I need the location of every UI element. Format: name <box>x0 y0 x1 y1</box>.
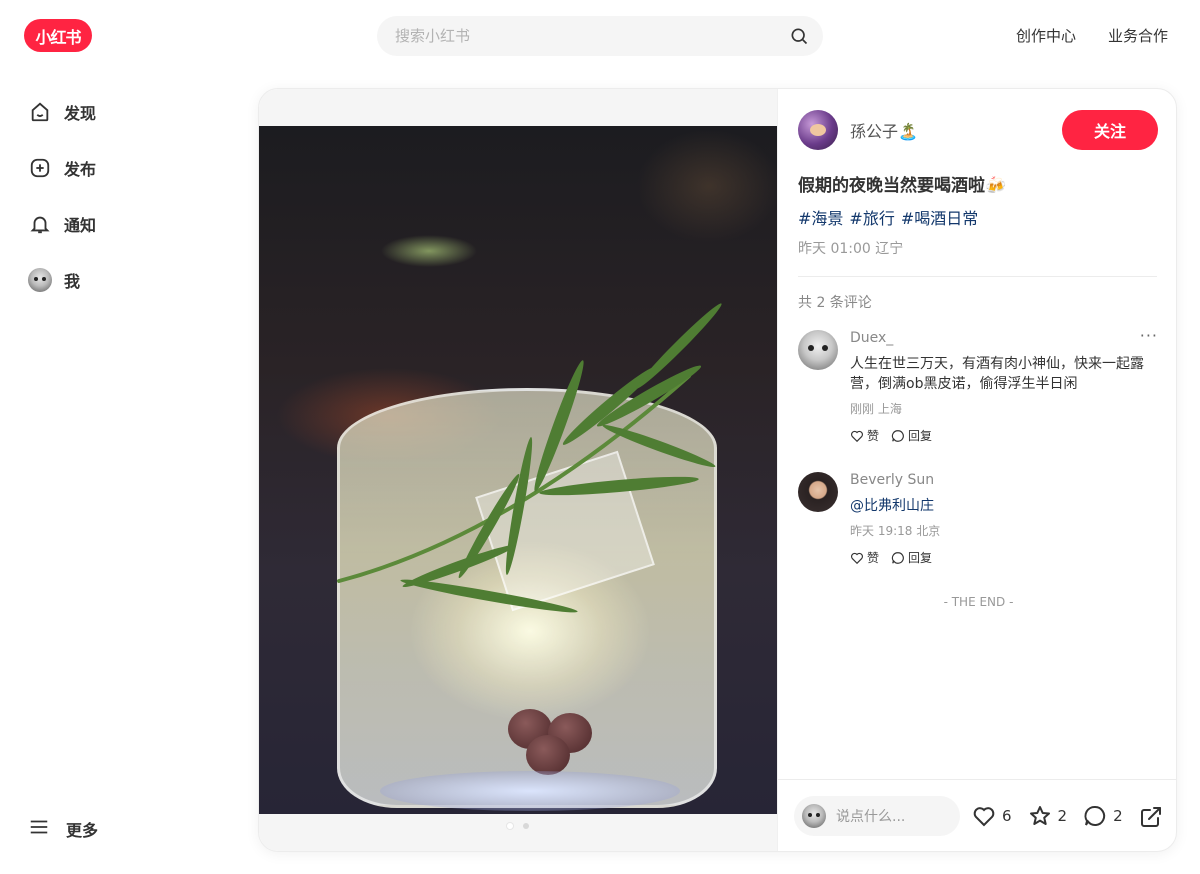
comment-bubble-icon <box>1084 805 1106 826</box>
engagement-bar: 说点什么... 6 2 2 <box>778 779 1176 851</box>
search-bar[interactable] <box>377 16 823 56</box>
author-avatar[interactable] <box>798 110 838 150</box>
comment-text[interactable]: @比弗利山庄 <box>850 496 1158 516</box>
sidebar-item-more[interactable]: 更多 <box>28 816 98 842</box>
like-label: 赞 <box>867 551 880 565</box>
sidebar-item-label: 通知 <box>64 216 97 235</box>
note-title: 假期的夜晚当然要喝酒啦🍻 <box>798 176 1007 196</box>
note-detail: 孫公子🏝️ 关注 假期的夜晚当然要喝酒啦🍻 #海景 #旅行 #喝酒日常 昨天 0… <box>258 88 1177 852</box>
reply-button[interactable]: 回复 <box>891 427 932 444</box>
like-label: 赞 <box>867 429 880 443</box>
search-input[interactable] <box>393 26 789 46</box>
reply-label: 回复 <box>908 429 933 443</box>
commenter-avatar[interactable] <box>798 330 838 370</box>
bell-icon <box>28 212 52 236</box>
collect-button[interactable]: 2 <box>1028 804 1068 828</box>
commenter-name[interactable]: Beverly Sun <box>850 472 1158 492</box>
end-marker: - THE END - <box>943 595 1014 609</box>
sidebar-item-me[interactable]: 我 <box>16 252 226 308</box>
comment-total: 2 <box>1113 807 1123 825</box>
menu-icon <box>28 816 50 842</box>
engagement-actions: 6 2 2 <box>972 804 1139 828</box>
sidebar-item-notifications[interactable]: 通知 <box>16 196 226 252</box>
comment-meta: 刚刚 上海 <box>850 402 902 416</box>
reply-button[interactable]: 回复 <box>891 549 932 566</box>
comment-item: Duex_ ··· 人生在世三万天，有酒有肉小神仙，快来一起露营，倒满ob黑皮诺… <box>798 326 1158 444</box>
comment-actions: 赞 回复 <box>850 549 1158 566</box>
note-tags: #海景 #旅行 #喝酒日常 <box>798 205 978 229</box>
comment-text: 人生在世三万天，有酒有肉小神仙，快来一起露营，倒满ob黑皮诺，偷得浮生半日闲 <box>850 356 1144 392</box>
home-icon <box>28 100 52 124</box>
image-pagination[interactable] <box>259 814 777 833</box>
more-options-icon[interactable]: ··· <box>1140 326 1158 345</box>
comment-bubble-icon <box>891 429 904 442</box>
heart-icon <box>973 807 995 827</box>
comment-bubble-icon <box>891 551 904 564</box>
share-icon <box>1141 807 1161 827</box>
sidebar-item-label: 发现 <box>64 104 97 123</box>
like-comment-button[interactable]: 赞 <box>850 549 879 566</box>
avatar <box>28 268 52 292</box>
comment-input-placeholder: 说点什么... <box>836 809 906 825</box>
sidebar-item-label: 我 <box>64 272 81 291</box>
sidebar-item-label: 更多 <box>66 821 99 840</box>
avatar <box>802 804 826 828</box>
tag-link[interactable]: #喝酒日常 <box>901 205 978 229</box>
like-button[interactable]: 6 <box>972 804 1012 828</box>
commenter-avatar[interactable] <box>798 472 838 512</box>
author-row: 孫公子🏝️ 关注 <box>798 110 1158 150</box>
plus-square-icon <box>28 156 52 180</box>
share-button[interactable] <box>1139 805 1163 833</box>
pagination-dot[interactable] <box>507 823 514 829</box>
divider <box>798 276 1157 277</box>
comment-input[interactable]: 说点什么... <box>794 796 960 836</box>
comment-button[interactable]: 2 <box>1083 804 1123 828</box>
search-icon[interactable] <box>789 26 809 46</box>
heart-icon <box>851 430 863 442</box>
rosemary-sprig <box>337 303 722 613</box>
creator-center-link[interactable]: 创作中心 <box>1016 25 1076 46</box>
commenter-name[interactable]: Duex_ <box>850 330 1158 350</box>
comment-count: 共 2 条评论 <box>798 295 872 311</box>
business-cooperation-link[interactable]: 业务合作 <box>1108 25 1168 46</box>
star-icon <box>1029 806 1050 825</box>
like-comment-button[interactable]: 赞 <box>850 427 879 444</box>
heart-icon <box>851 552 863 564</box>
collect-count: 2 <box>1057 807 1068 825</box>
pagination-dot[interactable] <box>522 823 529 829</box>
note-photo[interactable] <box>259 126 777 814</box>
author-name[interactable]: 孫公子🏝️ <box>850 118 1062 142</box>
note-media <box>259 89 777 851</box>
comment-meta: 昨天 19:18 北京 <box>850 524 941 538</box>
like-count: 6 <box>1002 807 1012 825</box>
sidebar: 发现 发布 通知 我 <box>16 84 226 308</box>
sidebar-item-label: 发布 <box>64 160 97 179</box>
comment-actions: 赞 回复 <box>850 427 1158 444</box>
tag-link[interactable]: #旅行 <box>849 205 894 229</box>
sidebar-item-discover[interactable]: 发现 <box>16 84 226 140</box>
xiaohongshu-logo[interactable]: 小红书 <box>24 19 92 52</box>
reply-label: 回复 <box>908 551 933 565</box>
header: 小红书 创作中心 业务合作 <box>0 0 1200 72</box>
comment-item: Beverly Sun @比弗利山庄 昨天 19:18 北京 赞 回复 <box>798 472 1158 566</box>
follow-button[interactable]: 关注 <box>1062 110 1158 150</box>
top-links: 创作中心 业务合作 <box>1016 25 1168 46</box>
note-date-location: 昨天 01:00 辽宁 <box>798 241 904 257</box>
tag-link[interactable]: #海景 <box>798 205 843 229</box>
note-panel: 孫公子🏝️ 关注 假期的夜晚当然要喝酒啦🍻 #海景 #旅行 #喝酒日常 昨天 0… <box>777 89 1176 851</box>
sidebar-item-publish[interactable]: 发布 <box>16 140 226 196</box>
